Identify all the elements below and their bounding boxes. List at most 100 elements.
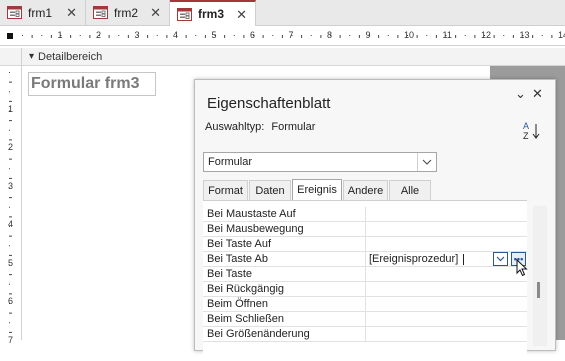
ruler-tick bbox=[41, 35, 43, 36]
ruler-tick bbox=[9, 197, 12, 199]
ruler-tick bbox=[156, 35, 158, 36]
property-row[interactable]: Bei Rückgängig bbox=[203, 282, 527, 297]
property-row[interactable]: Bei Mausbewegung bbox=[203, 222, 527, 237]
form-icon bbox=[177, 7, 192, 21]
ruler-tick bbox=[262, 35, 264, 38]
ruler-label: 5 bbox=[211, 30, 217, 40]
property-row[interactable]: Bei Taste Auf bbox=[203, 237, 527, 252]
ruler-tick bbox=[9, 206, 10, 208]
ruler-tick bbox=[9, 81, 12, 83]
property-grid: Bei Maustaste Auf Bei Mausbewegung Bei T… bbox=[203, 200, 527, 361]
ruler-label: 6 bbox=[8, 296, 14, 306]
tab-frm2[interactable]: frm2 ✕ bbox=[86, 0, 170, 25]
ruler-tick bbox=[9, 139, 12, 141]
sort-icon[interactable]: A Z bbox=[521, 120, 543, 142]
ruler-tick bbox=[9, 129, 10, 131]
ruler-label: 3 bbox=[8, 180, 14, 191]
ruler-tick bbox=[9, 322, 10, 324]
ruler-label: 3 bbox=[134, 30, 140, 40]
property-name: Beim Schließen bbox=[207, 313, 285, 325]
ruler-tick bbox=[272, 35, 274, 36]
ruler-tick bbox=[301, 35, 303, 38]
ruler-tick bbox=[9, 274, 12, 276]
ruler-tick bbox=[224, 35, 226, 38]
property-sheet-panel: Eigenschaftenblatt ⌄ ✕ Auswahltyp: Formu… bbox=[194, 79, 556, 361]
object-combo[interactable]: Formular bbox=[203, 152, 437, 172]
ruler-tick bbox=[541, 35, 543, 36]
property-name: Beim Öffnen bbox=[207, 298, 268, 310]
form-icon bbox=[7, 6, 22, 19]
ruler-tick bbox=[464, 35, 466, 36]
ruler-tick bbox=[339, 35, 341, 38]
chevron-down-icon[interactable]: ⌄ bbox=[515, 86, 526, 102]
ruler-label: 9 bbox=[365, 30, 371, 40]
ruler-tick bbox=[358, 35, 360, 38]
ruler-tick bbox=[31, 35, 33, 38]
chevron-down-icon[interactable] bbox=[417, 153, 436, 171]
ruler-tick bbox=[147, 35, 149, 38]
tab-label: frm3 bbox=[198, 7, 225, 21]
form-title-label[interactable]: Formular frm3 bbox=[28, 72, 156, 96]
property-name: Bei Rückgängig bbox=[207, 283, 285, 295]
chevron-down-icon[interactable]: ▾ bbox=[29, 51, 34, 62]
property-row[interactable]: Bei Maustaste Auf bbox=[203, 207, 527, 222]
ruler-tick bbox=[387, 35, 389, 36]
ruler-tick bbox=[127, 35, 129, 38]
ruler-label: 11 bbox=[442, 30, 452, 40]
ruler-label: 5 bbox=[8, 257, 14, 268]
ruler-tick bbox=[9, 283, 10, 285]
text-cursor bbox=[463, 254, 464, 265]
ruler-label: 14 bbox=[558, 30, 565, 40]
selection-type: Auswahltyp: Formular bbox=[205, 121, 315, 133]
close-icon[interactable]: ✕ bbox=[66, 5, 77, 21]
ruler-label: 13 bbox=[519, 30, 530, 40]
ruler-tick bbox=[89, 35, 91, 38]
property-row[interactable]: Beim Öffnen bbox=[203, 297, 527, 312]
selection-type-label: Auswahltyp: bbox=[205, 121, 265, 133]
tab-ereignis[interactable]: Ereignis bbox=[292, 179, 342, 200]
object-combo-value: Formular bbox=[208, 156, 253, 168]
ruler-tick bbox=[108, 35, 110, 38]
tab-andere[interactable]: Andere bbox=[343, 180, 388, 200]
ruler-tick bbox=[9, 331, 12, 333]
tab-format[interactable]: Format bbox=[203, 180, 248, 200]
ruler-label: 8 bbox=[327, 30, 333, 40]
ruler-label: 4 bbox=[173, 30, 179, 40]
property-sheet-title: Eigenschaftenblatt bbox=[207, 95, 331, 112]
ruler-label: 12 bbox=[481, 30, 492, 40]
ruler-tick bbox=[50, 35, 52, 38]
ruler-tick bbox=[551, 35, 553, 38]
vertical-ruler: 1234567 bbox=[0, 66, 22, 345]
ruler-tick bbox=[9, 72, 10, 73]
mouse-pointer-icon bbox=[516, 258, 528, 280]
ruler-tick bbox=[397, 35, 399, 38]
property-grid-scrollbar[interactable] bbox=[533, 206, 547, 346]
scrollbar-thumb[interactable] bbox=[537, 282, 540, 298]
chevron-down-icon[interactable] bbox=[493, 252, 508, 266]
document-tab-strip: frm1 ✕ frm2 ✕ frm3 ✕ bbox=[0, 0, 565, 26]
ruler-tick bbox=[426, 35, 428, 36]
property-value-input[interactable]: [Ereignisprozedur] bbox=[369, 253, 458, 265]
tab-frm1[interactable]: frm1 ✕ bbox=[0, 0, 86, 25]
ruler-tick bbox=[9, 120, 12, 122]
ruler-tick bbox=[243, 35, 245, 38]
detail-section-bar[interactable]: ▾ Detailbereich bbox=[21, 48, 565, 66]
property-name: Bei Taste bbox=[207, 268, 253, 280]
close-icon[interactable]: ✕ bbox=[236, 7, 247, 23]
ruler-tick bbox=[9, 177, 12, 179]
horizontal-ruler: 1234567891011121314 bbox=[0, 27, 565, 46]
close-icon[interactable]: ✕ bbox=[532, 86, 543, 102]
property-name: Bei Größenänderung bbox=[207, 328, 310, 340]
property-row[interactable]: Beim Schließen bbox=[203, 312, 527, 327]
tab-frm3[interactable]: frm3 ✕ bbox=[170, 0, 256, 26]
tab-daten[interactable]: Daten bbox=[249, 180, 291, 200]
ruler-label: 2 bbox=[96, 30, 102, 40]
section-ruler-corner bbox=[0, 48, 22, 66]
close-icon[interactable]: ✕ bbox=[150, 5, 161, 21]
ruler-label: 1 bbox=[57, 30, 63, 40]
property-row[interactable]: Bei Taste bbox=[203, 267, 527, 282]
tab-alle[interactable]: Alle bbox=[389, 180, 431, 200]
ruler-tick bbox=[9, 91, 10, 93]
property-name: Bei Taste Ab bbox=[207, 253, 268, 265]
property-row-selected[interactable]: Bei Taste Ab [Ereignisprozedur] ••• bbox=[203, 252, 527, 267]
